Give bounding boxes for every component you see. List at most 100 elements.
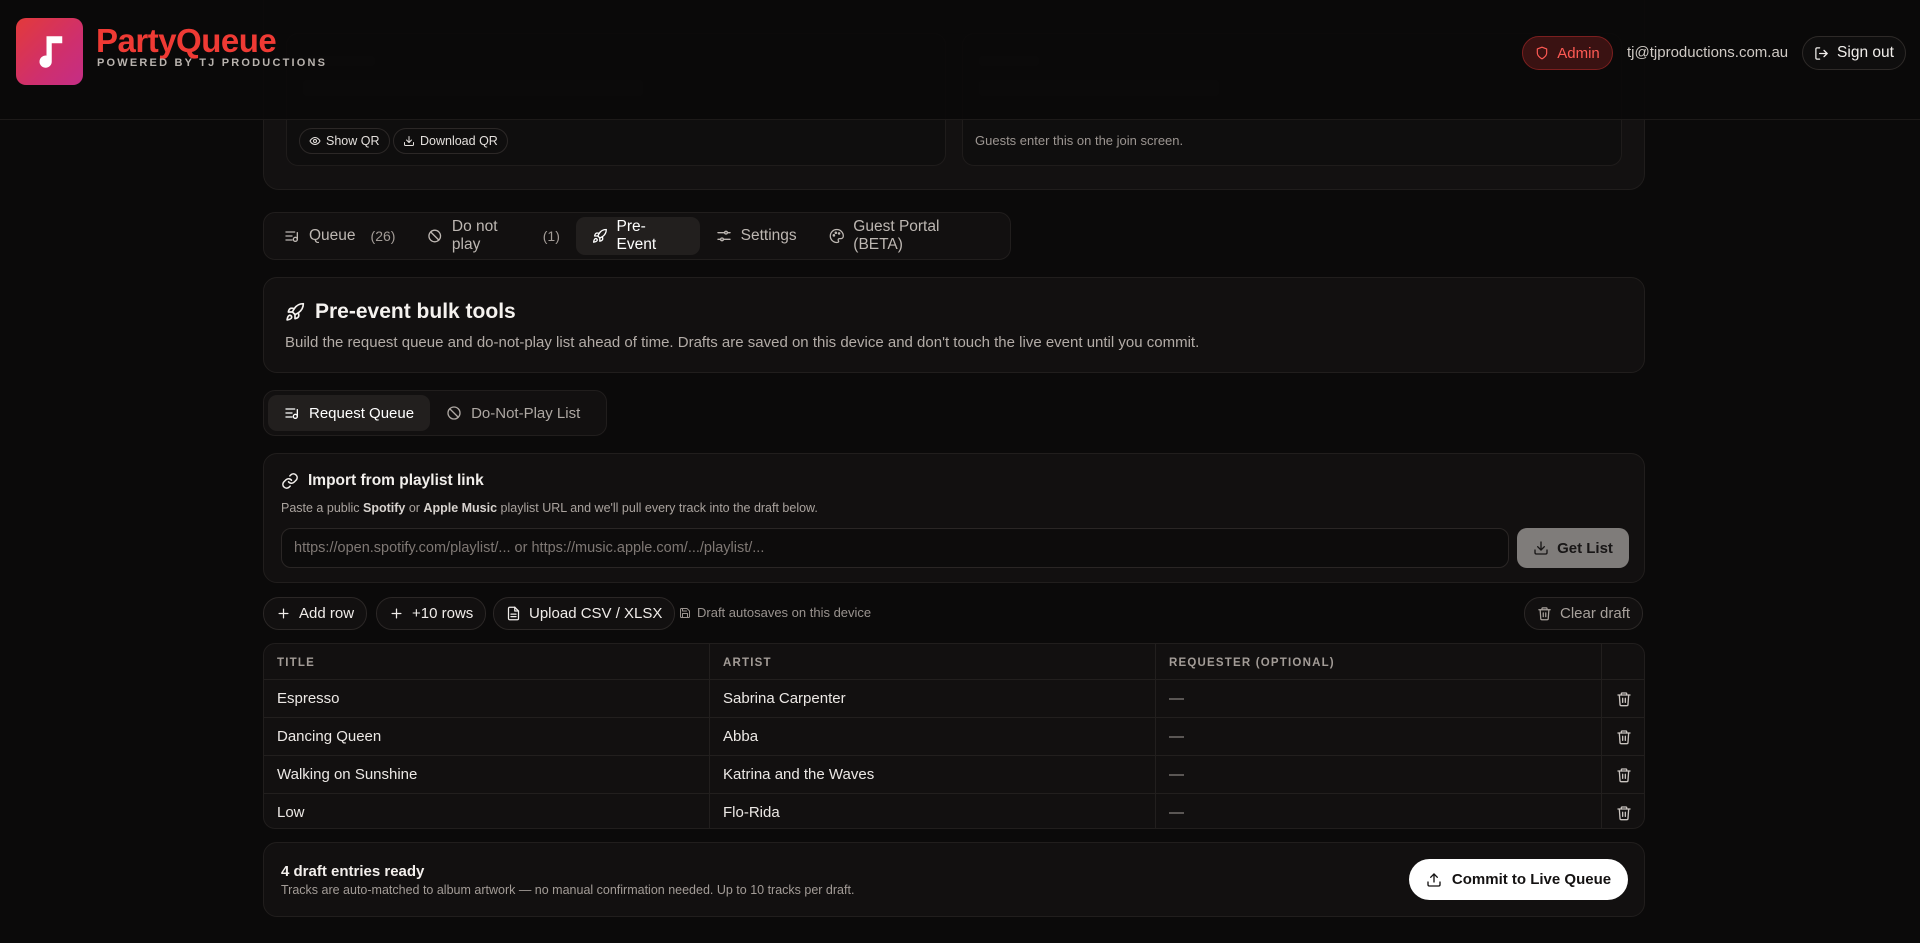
title-cell[interactable]: Low: [264, 794, 710, 828]
tab-do-not-play-list[interactable]: Do-Not-Play List: [430, 395, 596, 431]
brand-name: PartyQueue: [96, 22, 277, 59]
delete-row-icon[interactable]: [1616, 805, 1632, 821]
import-title: Import from playlist link: [281, 472, 484, 490]
sign-out-label: Sign out: [1837, 44, 1894, 61]
pre-event-title: Pre-event bulk tools: [285, 300, 516, 324]
rocket-icon: [592, 228, 608, 244]
column-header-actions: [1602, 644, 1644, 679]
tab-request-queue-label: Request Queue: [309, 404, 415, 422]
requester-cell[interactable]: —: [1156, 680, 1602, 717]
table-row: Low Flo-Rida —: [264, 793, 1644, 828]
tab-queue[interactable]: Queue (26): [268, 217, 411, 255]
import-desc-or: or: [405, 501, 424, 515]
pre-event-sub-tabs: Request Queue Do-Not-Play List: [263, 390, 607, 436]
file-icon: [506, 606, 521, 621]
import-desc-apple: Apple Music: [423, 501, 498, 515]
plus-icon: [389, 606, 404, 621]
tab-do-not-play-label: Do not play: [451, 218, 498, 253]
tab-guest-portal-label: Guest Portal (BETA): [853, 218, 940, 253]
admin-label: Admin: [1557, 44, 1600, 62]
get-list-button[interactable]: Get List: [1517, 528, 1629, 568]
tab-settings[interactable]: Settings: [700, 217, 813, 255]
sliders-icon: [716, 228, 732, 244]
import-title-text: Import from playlist link: [308, 472, 484, 489]
tab-pre-event-label: Pre-Event: [616, 218, 657, 253]
show-qr-button[interactable]: Show QR: [299, 128, 390, 154]
clear-draft-label: Clear draft: [1560, 605, 1631, 622]
import-description: Paste a public Spotify or Apple Music pl…: [281, 501, 818, 515]
tab-queue-count: (26): [370, 228, 396, 244]
tab-do-not-play-list-label: Do-Not-Play List: [471, 404, 581, 422]
artist-cell[interactable]: Katrina and the Waves: [710, 756, 1156, 793]
row-actions: [1602, 756, 1644, 793]
tab-do-not-play[interactable]: Do not play (1): [411, 217, 575, 255]
commit-description: Tracks are auto-matched to album artwork…: [281, 883, 855, 897]
import-desc-prefix: Paste a public: [281, 501, 363, 515]
requester-cell[interactable]: —: [1156, 718, 1602, 755]
app-header: PartyQueue POWERED BY TJ PRODUCTIONS Adm…: [0, 0, 1920, 120]
title-cell[interactable]: Walking on Sunshine: [264, 756, 710, 793]
get-list-label: Get List: [1557, 539, 1613, 557]
music-note-icon: [29, 31, 71, 73]
title-cell[interactable]: Espresso: [264, 680, 710, 717]
download-qr-label: Download QR: [420, 134, 498, 148]
delete-row-icon[interactable]: [1616, 767, 1632, 783]
upload-csv-button[interactable]: Upload CSV / XLSX: [493, 597, 676, 630]
requester-cell[interactable]: —: [1156, 794, 1602, 828]
event-code-hint: Guests enter this on the join screen.: [975, 133, 1184, 148]
delete-row-icon[interactable]: [1616, 691, 1632, 707]
download-qr-button[interactable]: Download QR: [393, 128, 508, 154]
title-cell[interactable]: Dancing Queen: [264, 718, 710, 755]
upload-csv-label: Upload CSV / XLSX: [529, 605, 663, 622]
table-row: Espresso Sabrina Carpenter —: [264, 679, 1644, 717]
draft-table: TITLE ARTIST REQUESTER (OPTIONAL) Espres…: [263, 643, 1645, 829]
tab-settings-label: Settings: [740, 227, 797, 244]
table-row: Walking on Sunshine Katrina and the Wave…: [264, 755, 1644, 793]
row-actions: [1602, 680, 1644, 717]
sign-out-button[interactable]: Sign out: [1802, 36, 1906, 70]
column-header-title: TITLE: [264, 644, 710, 679]
ban-icon: [427, 228, 442, 244]
user-email: tj@tjproductions.com.au: [1627, 44, 1789, 61]
pre-event-title-text: Pre-event bulk tools: [315, 300, 516, 323]
tab-request-queue[interactable]: Request Queue: [268, 395, 431, 431]
tab-guest-portal[interactable]: Guest Portal (BETA): [813, 217, 1006, 255]
draft-count-title: 4 draft entries ready: [281, 863, 425, 880]
admin-badge: Admin: [1522, 36, 1613, 70]
add-row-label: Add row: [299, 605, 355, 622]
requester-cell[interactable]: —: [1156, 756, 1602, 793]
rocket-icon: [285, 302, 305, 322]
autosave-note: Draft autosaves on this device: [679, 605, 871, 620]
table-row: Dancing Queen Abba —: [264, 717, 1644, 755]
column-header-artist: ARTIST: [710, 644, 1156, 679]
artist-cell[interactable]: Sabrina Carpenter: [710, 680, 1156, 717]
row-actions: [1602, 794, 1644, 828]
queue-icon: [284, 228, 300, 244]
artist-cell[interactable]: Flo-Rida: [710, 794, 1156, 828]
download-icon: [1533, 540, 1549, 556]
eye-icon: [309, 135, 321, 147]
artist-cell[interactable]: Abba: [710, 718, 1156, 755]
tab-pre-event[interactable]: Pre-Event: [575, 217, 700, 255]
main-tabs: Queue (26) Do not play (1) Pre-Event Set…: [263, 212, 1011, 260]
plus-icon: [276, 606, 291, 621]
tab-do-not-play-count: (1): [542, 228, 560, 244]
import-desc-spotify: Spotify: [363, 501, 406, 515]
add-ten-rows-label: +10 rows: [412, 605, 474, 622]
shield-icon: [1535, 46, 1549, 60]
clear-draft-button[interactable]: Clear draft: [1524, 597, 1644, 630]
download-icon: [403, 135, 415, 147]
link-icon: [281, 472, 299, 490]
upload-icon: [1426, 872, 1442, 888]
add-ten-rows-button[interactable]: +10 rows: [376, 597, 487, 630]
trash-icon: [1537, 606, 1552, 621]
pre-event-description: Build the request queue and do-not-play …: [285, 334, 1200, 351]
playlist-url-input[interactable]: [281, 528, 1509, 568]
commit-card: 4 draft entries ready Tracks are auto-ma…: [263, 842, 1645, 917]
table-header-row: TITLE ARTIST REQUESTER (OPTIONAL): [264, 644, 1644, 679]
commit-to-live-queue-button[interactable]: Commit to Live Queue: [1409, 859, 1628, 900]
autosave-note-text: Draft autosaves on this device: [697, 605, 872, 620]
add-row-button[interactable]: Add row: [263, 597, 368, 630]
tab-queue-label: Queue: [309, 227, 356, 244]
delete-row-icon[interactable]: [1616, 729, 1632, 745]
